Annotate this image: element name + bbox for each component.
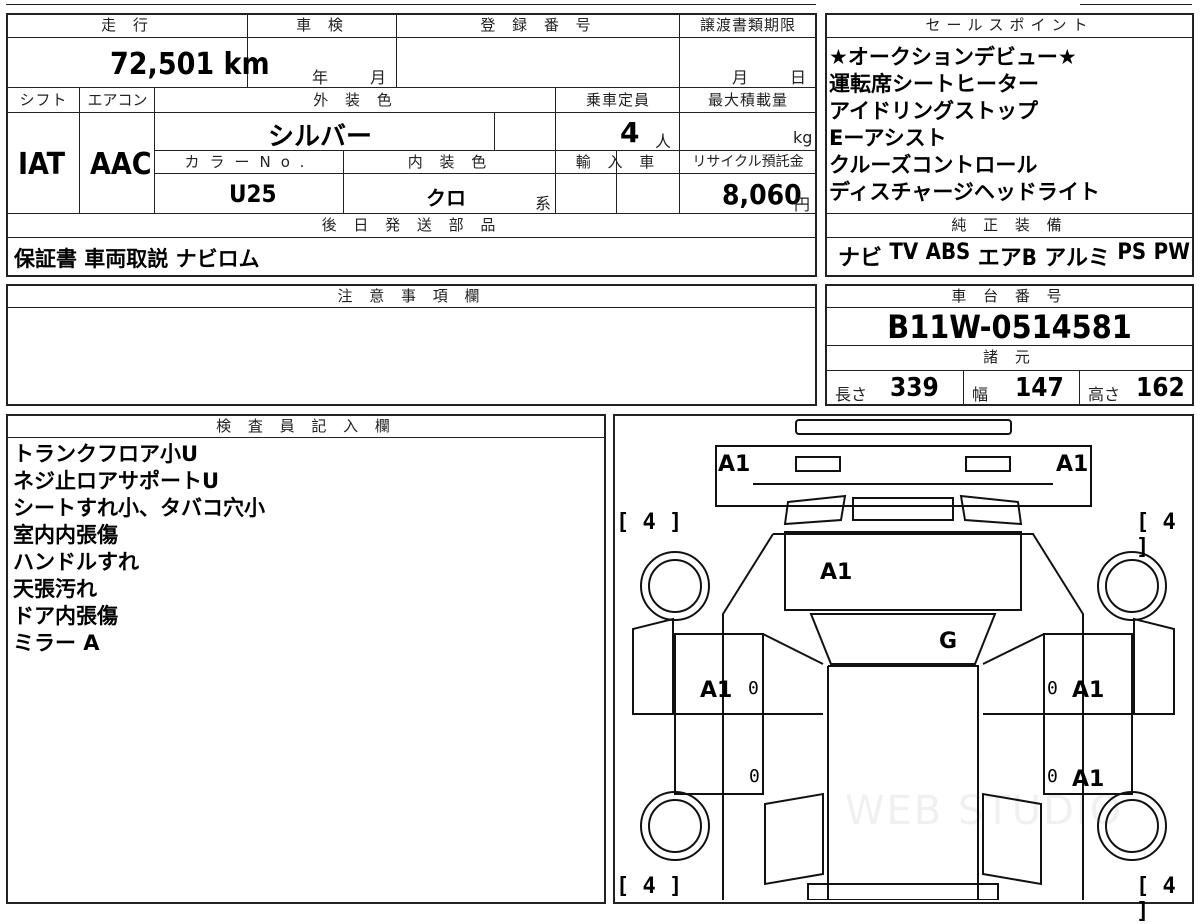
inspector-note: 室内内張傷 — [13, 523, 118, 547]
tire-tread-rear-right: [ 4 ] — [1136, 874, 1176, 924]
length-value: 339 — [890, 373, 939, 403]
equipment-item: PS — [1117, 240, 1147, 265]
sales-point-item: 運転席シートヒーター — [829, 72, 1039, 96]
sales-point-item: Eーアシスト — [829, 126, 947, 150]
inspector-note: ドア内張傷 — [13, 604, 118, 628]
damage-front-left: A1 — [718, 452, 751, 477]
aircon-header: エアコン — [87, 91, 148, 109]
aircon-value: AAC — [90, 147, 152, 182]
tire-tread-rear-left: [ 4 ] — [616, 874, 683, 899]
height-value: 162 — [1136, 373, 1185, 403]
capacity-header: 乗車定員 — [585, 91, 650, 109]
tire-tread-front-left: [ 4 ] — [616, 510, 683, 535]
damage-front-right: A1 — [1056, 452, 1089, 477]
load-unit: kg — [793, 128, 813, 147]
capacity-value: 4 — [620, 116, 640, 149]
zero-mark: 0 — [1047, 766, 1058, 787]
inspection-month-label: 月 — [370, 68, 387, 87]
recycle-amount: 8,060 — [722, 178, 802, 211]
inspector-header: 検 査 員 記 入 欄 — [216, 417, 396, 435]
interior-color-header: 内 装 色 — [407, 153, 493, 171]
import-header: 輸 入 車 — [575, 153, 661, 171]
registration-header: 登 録 番 号 — [480, 16, 597, 34]
recycle-header: リサイクル預託金 — [692, 154, 804, 170]
inspection-header: 車 検 — [296, 16, 349, 34]
inspection-year-label: 年 — [312, 68, 329, 87]
tire-value: 4 — [642, 510, 656, 535]
inspector-note: シートすれ小、タバコ穴小 — [13, 496, 265, 520]
notes-header: 注 意 事 項 欄 — [337, 287, 486, 305]
sales-points-list: ★オークションデビュー★ 運転席シートヒーター アイドリングストップ Eーアシス… — [829, 44, 1189, 206]
deadline-month-label: 月 — [732, 68, 749, 87]
color-no-value: U25 — [229, 180, 277, 208]
inspector-notes-list: トランクフロア小U ネジ止ロアサポートU シートすれ小、タバコ穴小 室内内張傷 … — [13, 441, 593, 657]
sales-point-item: アイドリングストップ — [829, 99, 1038, 123]
shift-header: シフト — [19, 91, 68, 109]
width-value: 147 — [1015, 373, 1064, 403]
sales-point-item: ★オークションデビュー★ — [829, 45, 1077, 69]
damage-windshield: G — [939, 629, 958, 654]
watermark: WEB STUDIO — [845, 788, 1124, 834]
equipment-item: TV — [889, 240, 919, 265]
transfer-deadline-header: 譲渡書類期限 — [699, 16, 796, 34]
inspector-note: 天張汚れ — [13, 577, 97, 601]
damage-front-door-right: A1 — [1072, 678, 1105, 703]
max-load-header: 最大積載量 — [707, 91, 788, 109]
exterior-color-value: シルバー — [268, 122, 373, 152]
chassis-header: 車 台 番 号 — [951, 287, 1068, 305]
length-label: 長さ — [835, 385, 868, 404]
damage-front-door-left: A1 — [700, 678, 733, 703]
tire-value: 4 — [1162, 510, 1176, 535]
height-label: 高さ — [1088, 385, 1121, 404]
equipment-item: PW — [1153, 240, 1190, 265]
mileage-header: 走 行 — [101, 16, 154, 34]
inspector-note: トランクフロア小U — [13, 442, 199, 466]
capacity-unit: 人 — [655, 132, 672, 151]
interior-color-value: クロ — [426, 186, 466, 210]
equipment-item: アルミ — [1044, 246, 1110, 271]
inspector-note: ミラー A — [13, 631, 100, 655]
color-no-header: カラーNo. — [184, 153, 315, 171]
equipment-item: エアB — [977, 246, 1037, 271]
later-parts-value: 保証書 車両取説 ナビロム — [14, 247, 260, 271]
interior-suffix: 系 — [535, 194, 552, 213]
shift-value: IAT — [18, 147, 66, 182]
inspector-note: ネジ止ロアサポートU — [13, 469, 220, 493]
tire-tread-front-right: [ 4 ] — [1136, 510, 1176, 560]
equipment-item: ナビ — [838, 246, 883, 271]
sales-point-item: クルーズコントロール — [829, 153, 1038, 177]
genuine-equipment-header: 純 正 装 備 — [951, 216, 1068, 234]
equipment-item: ABS — [925, 240, 971, 265]
damage-hood: A1 — [820, 560, 853, 585]
sales-point-item: ディスチャージヘッドライト — [829, 180, 1100, 204]
zero-mark: 0 — [749, 766, 760, 787]
tire-value: 4 — [1162, 874, 1176, 899]
later-parts-header: 後 日 発 送 部 品 — [321, 216, 502, 234]
tire-value: 4 — [642, 874, 656, 899]
sales-points-header: セールスポイント — [925, 16, 1094, 34]
mileage-value: 72,501 km — [110, 47, 270, 82]
deadline-day-label: 日 — [790, 68, 807, 87]
zero-mark: 0 — [1047, 678, 1058, 699]
top-clipped-strip — [0, 0, 1200, 8]
genuine-equipment-list: ナビ TV ABS エアB アルミ PS PW — [838, 240, 1190, 272]
chassis-number: B11W-0514581 — [887, 308, 1132, 346]
exterior-color-header: 外 装 色 — [313, 91, 398, 109]
zero-mark: 0 — [748, 678, 759, 699]
specs-header: 諸 元 — [983, 348, 1036, 366]
inspector-note: ハンドルすれ — [13, 550, 139, 574]
recycle-unit: 円 — [794, 195, 811, 214]
width-label: 幅 — [972, 385, 989, 404]
